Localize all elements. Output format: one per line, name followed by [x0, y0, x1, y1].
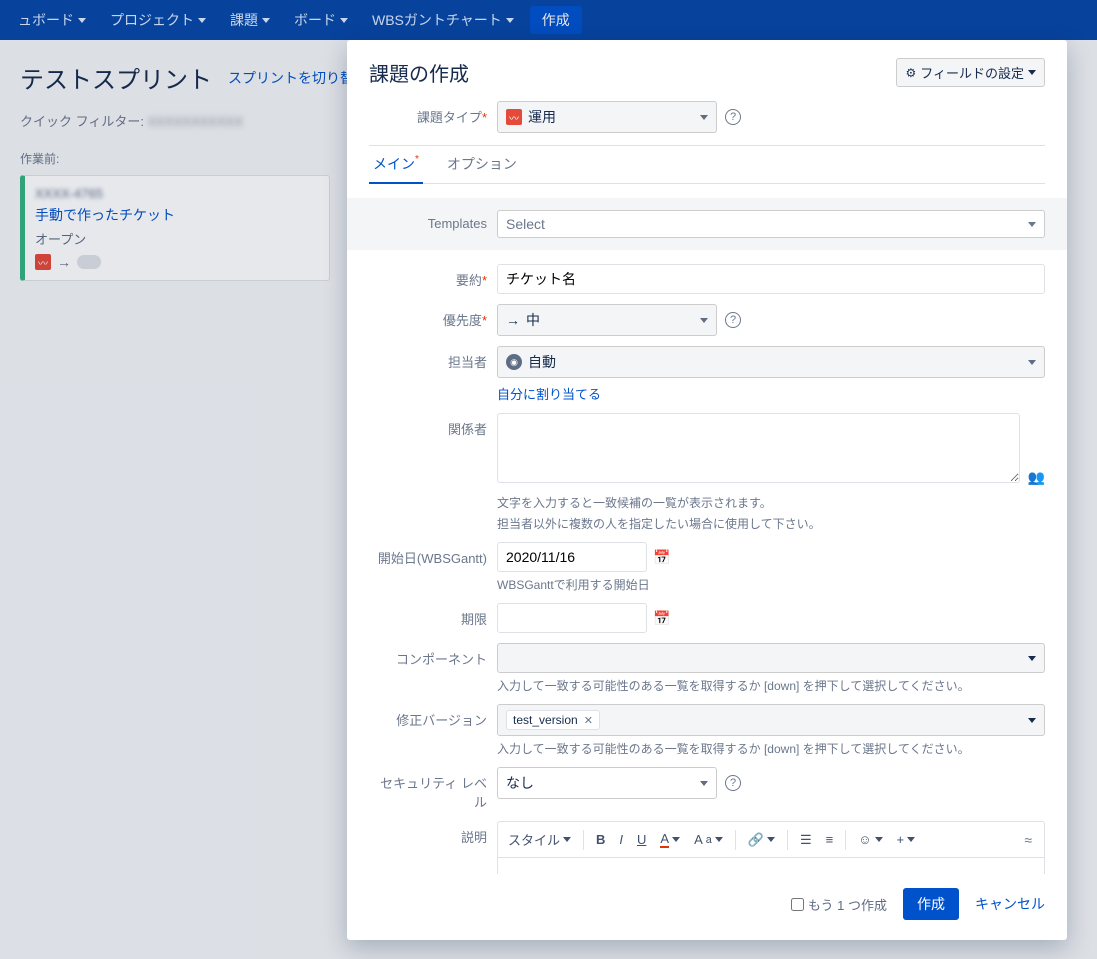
issue-type-label: 課題タイプ*	[369, 101, 497, 126]
summary-input[interactable]	[497, 264, 1045, 294]
assignee-select[interactable]: ◉自動	[497, 346, 1045, 378]
fix-version-tag: test_version✕	[506, 710, 600, 730]
chevron-down-icon	[907, 837, 915, 842]
security-select[interactable]: なし	[497, 767, 717, 799]
priority-medium-icon: →	[506, 312, 520, 328]
help-icon[interactable]: ?	[725, 312, 741, 328]
components-label: コンポーネント	[369, 643, 497, 668]
watchers-input[interactable]	[497, 413, 1020, 483]
rte-more-format-button[interactable]: Aa	[688, 828, 729, 851]
chevron-down-icon	[715, 837, 723, 842]
chevron-down-icon	[1028, 222, 1036, 227]
help-icon[interactable]: ?	[725, 775, 741, 791]
priority-label: 優先度*	[369, 304, 497, 329]
chevron-down-icon	[1028, 656, 1036, 661]
chevron-down-icon	[767, 837, 775, 842]
issue-type-select[interactable]: 〰運用	[497, 101, 717, 133]
watchers-label: 関係者	[369, 413, 497, 438]
create-another-input[interactable]	[791, 898, 804, 911]
rte-number-list-button[interactable]: ≡	[820, 828, 840, 851]
watchers-hint-1: 文字を入力すると一致候補の一覧が表示されます。	[497, 494, 1045, 511]
chevron-down-icon	[875, 837, 883, 842]
remove-tag-icon[interactable]: ✕	[584, 714, 593, 727]
assign-to-me-link[interactable]: 自分に割り当てる	[497, 384, 601, 403]
create-button[interactable]: 作成	[903, 888, 959, 920]
cancel-button[interactable]: キャンセル	[975, 894, 1045, 914]
rte-underline-button[interactable]: U	[631, 828, 652, 851]
issue-type-icon: 〰	[506, 109, 522, 125]
tab-main[interactable]: メイン*	[369, 146, 423, 184]
rte-color-button[interactable]: A	[654, 827, 686, 852]
form-tabs: メイン* オプション	[369, 146, 1045, 184]
description-label: 説明	[369, 821, 497, 846]
priority-select[interactable]: →中	[497, 304, 717, 336]
summary-label: 要約*	[369, 264, 497, 289]
avatar-icon: ◉	[506, 354, 522, 370]
tab-option[interactable]: オプション	[443, 146, 521, 183]
rich-text-editor: スタイル B I U A Aa 🔗 ☰ ≡ ☺ +	[497, 821, 1045, 874]
chevron-down-icon	[1028, 70, 1036, 75]
start-date-input[interactable]	[497, 542, 647, 572]
due-date-label: 期限	[369, 603, 497, 628]
assignee-label: 担当者	[369, 346, 497, 371]
templates-select[interactable]: Select	[497, 210, 1045, 238]
rte-toolbar: スタイル B I U A Aa 🔗 ☰ ≡ ☺ +	[498, 822, 1044, 858]
templates-label: Templates	[369, 210, 497, 231]
start-date-label: 開始日(WBSGantt)	[369, 542, 497, 567]
create-another-checkbox[interactable]: もう 1 つ作成	[791, 895, 887, 914]
components-hint: 入力して一致する可能性のある一覧を取得するか [down] を押下して選択してく…	[497, 677, 1045, 694]
chevron-down-icon	[672, 837, 680, 842]
due-date-input[interactable]	[497, 603, 647, 633]
chevron-down-icon	[563, 837, 571, 842]
fix-version-label: 修正バージョン	[369, 704, 497, 729]
rte-emoji-button[interactable]: ☺	[852, 828, 888, 851]
dialog-title: 課題の作成	[369, 58, 469, 87]
gear-icon	[905, 65, 916, 80]
fix-version-select[interactable]: test_version✕	[497, 704, 1045, 736]
components-select[interactable]	[497, 643, 1045, 673]
watchers-hint-2: 担当者以外に複数の人を指定したい場合に使用して下さい。	[497, 515, 1045, 532]
help-icon[interactable]: ?	[725, 109, 741, 125]
rte-collapse-button[interactable]: ≈	[1016, 828, 1040, 852]
chevron-down-icon	[700, 781, 708, 786]
rte-content[interactable]: 概要 テストチケット 対応内容	[498, 858, 1044, 874]
rte-link-button[interactable]: 🔗	[742, 828, 781, 852]
calendar-icon[interactable]: 📅	[651, 603, 673, 633]
field-config-button[interactable]: フィールドの設定	[896, 58, 1045, 87]
chevron-down-icon	[700, 115, 708, 120]
chevron-down-icon	[700, 318, 708, 323]
chevron-down-icon	[1028, 360, 1036, 365]
start-date-hint: WBSGanttで利用する開始日	[497, 576, 1045, 593]
calendar-icon[interactable]: 📅	[651, 542, 673, 572]
fix-version-hint: 入力して一致する可能性のある一覧を取得するか [down] を押下して選択してく…	[497, 740, 1045, 757]
rte-insert-button[interactable]: +	[891, 828, 922, 851]
people-icon[interactable]: 👥	[1028, 469, 1045, 486]
rte-style-button[interactable]: スタイル	[502, 826, 577, 853]
rte-bold-button[interactable]: B	[590, 828, 611, 851]
chevron-down-icon	[1028, 718, 1036, 723]
rte-bullet-list-button[interactable]: ☰	[794, 828, 818, 852]
create-issue-dialog: 課題の作成 フィールドの設定 課題タイプ* 〰運用 ? メイン* オプション	[347, 40, 1067, 940]
rte-italic-button[interactable]: I	[613, 828, 629, 851]
security-label: セキュリティ レベル	[369, 767, 497, 811]
